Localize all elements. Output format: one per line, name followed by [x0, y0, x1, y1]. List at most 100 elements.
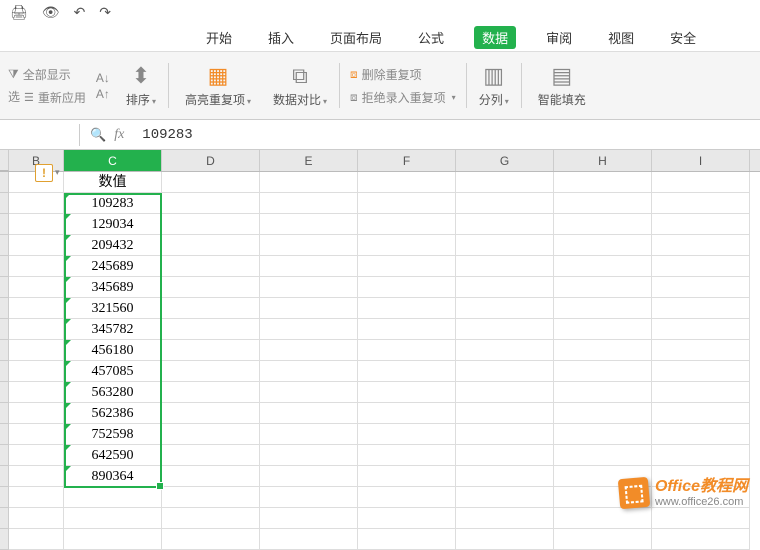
formula-input[interactable]: 109283 [134, 125, 760, 145]
row-header[interactable] [0, 424, 9, 445]
table-row: 457085 [0, 361, 760, 382]
tab-security[interactable]: 安全 [664, 24, 702, 51]
row-header[interactable] [0, 319, 9, 340]
sort-desc-icon[interactable]: A↑ [96, 87, 110, 101]
table-row: 109283 [0, 193, 760, 214]
row-header[interactable] [0, 487, 9, 508]
row-header[interactable] [0, 340, 9, 361]
row-header[interactable] [0, 529, 9, 550]
table-row: 752598 [0, 424, 760, 445]
watermark-title: Office教程网 [655, 478, 748, 496]
tab-page-layout[interactable]: 页面布局 [324, 24, 388, 51]
redo-icon[interactable]: ↷ [99, 4, 111, 21]
select-all-corner[interactable] [0, 150, 9, 171]
formula-bar: 🔍 fx 109283 [0, 120, 760, 150]
data-cell[interactable]: 321560 [64, 298, 162, 319]
table-row: 321560 [0, 298, 760, 319]
col-header-C[interactable]: C [64, 150, 162, 171]
sort-icon: ⬍ [132, 63, 150, 89]
watermark-url: www.office26.com [655, 496, 748, 508]
data-cell[interactable]: 345782 [64, 319, 162, 340]
row-header[interactable] [0, 256, 9, 277]
row-header[interactable] [0, 445, 9, 466]
row-header[interactable] [0, 382, 9, 403]
tab-start[interactable]: 开始 [200, 24, 238, 51]
table-row: 129034 [0, 214, 760, 235]
smart-fill-button[interactable]: ▤ 智能填充 [532, 63, 592, 108]
reapply-icon: ☰ [24, 91, 34, 104]
column-headers: B C D E F G H I [0, 150, 760, 172]
col-header-H[interactable]: H [554, 150, 652, 171]
data-cell[interactable]: 457085 [64, 361, 162, 382]
columns-icon: ▥ [483, 63, 504, 89]
reject-dup-icon: ⧈ [350, 90, 358, 105]
data-cell[interactable]: 890364 [64, 466, 162, 487]
row-header[interactable] [0, 277, 9, 298]
row-header[interactable] [0, 508, 9, 529]
sort-button[interactable]: ⬍ 排序▾ [120, 63, 169, 108]
table-row: 642590 [0, 445, 760, 466]
sort-asc-icon[interactable]: A↓ [96, 71, 110, 85]
table-row: 345782 [0, 319, 760, 340]
row-header[interactable] [0, 235, 9, 256]
smart-tag-dropdown-icon[interactable]: ▾ [55, 167, 60, 178]
data-cell[interactable]: 209432 [64, 235, 162, 256]
print-icon[interactable]: 🖨 [10, 4, 28, 21]
name-box[interactable] [0, 124, 80, 146]
fill-icon: ▤ [551, 63, 572, 89]
column-title-cell[interactable]: 数值 [64, 172, 162, 193]
row-header[interactable] [0, 361, 9, 382]
data-cell[interactable]: 752598 [64, 424, 162, 445]
quick-access-toolbar: 🖨 👁 ↶ ↷ [0, 0, 760, 24]
fx-icon[interactable]: fx [114, 127, 124, 143]
data-cell[interactable]: 563280 [64, 382, 162, 403]
highlight-dup-button[interactable]: ▦ 高亮重复项▾ [179, 63, 257, 108]
ribbon-tabs: 开始 插入 页面布局 公式 数据 审阅 视图 安全 [0, 24, 760, 52]
tab-insert[interactable]: 插入 [262, 24, 300, 51]
show-all-button[interactable]: ⧩ 全部显示 [8, 66, 86, 83]
data-compare-button[interactable]: ⧉ 数据对比▾ [267, 63, 340, 108]
remove-dup-button[interactable]: ⧈ 删除重复项 [350, 66, 456, 83]
tab-view[interactable]: 视图 [602, 24, 640, 51]
row-header[interactable] [0, 403, 9, 424]
row-header[interactable] [0, 298, 9, 319]
text-to-cols-button[interactable]: ▥ 分列▾ [466, 63, 522, 108]
preview-icon[interactable]: 👁 [42, 4, 60, 21]
reapply-button[interactable]: 选 ☰ 重新应用 [8, 89, 86, 106]
data-cell[interactable]: 456180 [64, 340, 162, 361]
tab-formula[interactable]: 公式 [412, 24, 450, 51]
ribbon: ⧩ 全部显示 选 ☰ 重新应用 A↓ A↑ ⬍ 排序▾ ▦ 高亮重复项▾ ⧉ 数… [0, 52, 760, 120]
col-header-G[interactable]: G [456, 150, 554, 171]
row-header[interactable] [0, 466, 9, 487]
data-cell[interactable]: 345689 [64, 277, 162, 298]
trace-icon[interactable]: 🔍 [90, 127, 106, 143]
funnel-icon: ⧩ [8, 67, 19, 82]
error-smart-tag[interactable]: ! [35, 164, 53, 182]
table-row: 209432 [0, 235, 760, 256]
data-cell[interactable]: 129034 [64, 214, 162, 235]
table-row [0, 508, 760, 529]
data-cell[interactable]: 562386 [64, 403, 162, 424]
table-row [0, 529, 760, 550]
row-header[interactable] [0, 214, 9, 235]
reject-dup-button[interactable]: ⧈ 拒绝录入重复项▾ [350, 89, 456, 106]
row-header[interactable] [0, 172, 9, 193]
table-row: 数值 [0, 172, 760, 193]
table-row: 245689 [0, 256, 760, 277]
data-cell[interactable]: 642590 [64, 445, 162, 466]
tab-data[interactable]: 数据 [474, 26, 516, 49]
highlight-icon: ▦ [208, 63, 229, 89]
col-header-F[interactable]: F [358, 150, 456, 171]
tab-review[interactable]: 审阅 [540, 24, 578, 51]
col-header-D[interactable]: D [162, 150, 260, 171]
office-logo-icon: ⬚ [618, 477, 651, 510]
row-header[interactable] [0, 193, 9, 214]
col-header-E[interactable]: E [260, 150, 358, 171]
table-row: 456180 [0, 340, 760, 361]
data-cell[interactable]: 109283 [64, 193, 162, 214]
undo-icon[interactable]: ↶ [74, 4, 86, 21]
data-cell[interactable]: 245689 [64, 256, 162, 277]
col-header-I[interactable]: I [652, 150, 750, 171]
table-row: 563280 [0, 382, 760, 403]
watermark: ⬚ Office教程网 www.office26.com [619, 478, 748, 508]
